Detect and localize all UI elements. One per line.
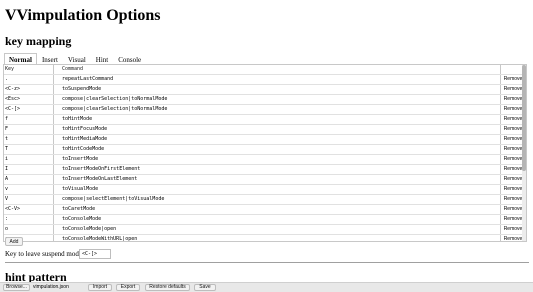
key-cell[interactable]: A — [4, 175, 54, 184]
table-scrollbar[interactable] — [522, 65, 526, 241]
command-cell[interactable]: repeatLastCommand — [60, 75, 501, 84]
remove-button[interactable]: Remove — [503, 185, 523, 194]
remove-button[interactable]: Remove — [503, 75, 523, 84]
restore-defaults-button[interactable]: Restore defaults — [145, 284, 190, 291]
remove-button[interactable]: Remove — [503, 145, 523, 154]
table-row: t toHintMediaMode Remove — [4, 135, 526, 145]
remove-button[interactable]: Remove — [503, 235, 523, 241]
key-cell[interactable]: <Esc> — [4, 95, 54, 104]
remove-button[interactable]: Remove — [503, 175, 523, 184]
key-cell[interactable]: F — [4, 125, 54, 134]
table-row: rtoConsoleModeWithURL|openRemove — [4, 235, 526, 241]
key-mapping-heading: key mapping — [5, 34, 72, 48]
table-row: . repeatLastCommand Remove — [4, 75, 526, 85]
command-cell[interactable]: toConsoleMode|open — [60, 225, 501, 234]
table-row: Vcompose|selectElement|toVisualMode Remov… — [4, 195, 526, 205]
section-divider — [5, 262, 529, 263]
table-row: o toConsoleMode|open Remove — [4, 225, 526, 235]
key-cell[interactable]: : — [4, 215, 54, 224]
key-cell[interactable]: <C-[> — [4, 105, 54, 114]
remove-button[interactable]: Remove — [503, 95, 523, 104]
command-cell[interactable]: toInsertModeOnLastElement — [60, 175, 501, 184]
remove-button[interactable]: Remove — [503, 165, 523, 174]
remove-button[interactable]: Remove — [503, 105, 523, 114]
key-cell[interactable]: <C-z> — [4, 85, 54, 94]
command-cell[interactable]: toVisualMode — [60, 185, 501, 194]
table-row: <C-[> compose|clearSelection|toNormalMode… — [4, 105, 526, 115]
remove-button[interactable]: Remove — [503, 135, 523, 144]
table-row: FtoHintFocusMode Remove — [4, 125, 526, 135]
key-mapping-table: Key Command . repeatLastCommand Remove <C-z… — [3, 64, 527, 242]
browse-button[interactable]: Browse... — [3, 284, 30, 291]
page-title: VVimpulation Options — [5, 7, 161, 24]
command-cell[interactable]: compose|selectElement|toVisualMode — [60, 195, 501, 204]
key-cell[interactable]: v — [4, 185, 54, 194]
command-cell[interactable]: toHintCodeMode — [60, 145, 501, 154]
key-cell[interactable]: <C-V> — [4, 205, 54, 214]
suspend-key-label: Key to leave suspend mode: — [5, 250, 84, 258]
remove-button[interactable]: Remove — [503, 205, 523, 214]
table-row: <C-z> toSuspendMode Remove — [4, 85, 526, 95]
key-cell[interactable]: V — [4, 195, 54, 204]
table-row: AtoInsertModeOnLastElement Remove — [4, 175, 526, 185]
command-cell[interactable]: toHintMediaMode — [60, 135, 501, 144]
import-button[interactable]: Import — [88, 284, 112, 291]
key-cell[interactable]: i — [4, 155, 54, 164]
table-row: <C-V> toCaretMode Remove — [4, 205, 526, 215]
save-button[interactable]: Save — [194, 284, 216, 291]
selected-file-name: vimpulation.json — [33, 284, 69, 290]
scrollbar-thumb[interactable] — [522, 65, 526, 171]
command-cell[interactable]: compose|clearSelection|toNormalMode — [60, 95, 501, 104]
table-row: TtoHintCodeMode Remove — [4, 145, 526, 155]
key-cell[interactable]: t — [4, 135, 54, 144]
command-cell[interactable]: toConsoleModeWithURL|open — [60, 235, 501, 241]
command-cell[interactable]: toConsoleMode — [60, 215, 501, 224]
command-cell[interactable]: compose|clearSelection|toNormalMode — [60, 105, 501, 114]
table-row: <Esc> compose|clearSelection|toNormalMode… — [4, 95, 526, 105]
remove-button[interactable]: Remove — [503, 115, 523, 124]
command-cell[interactable]: toCaretMode — [60, 205, 501, 214]
table-row: ItoInsertModeOnFirstElement Remove — [4, 165, 526, 175]
table-header-row: Key Command — [4, 65, 526, 75]
suspend-key-input[interactable]: <C-[> — [79, 249, 111, 259]
table-row: i toInsertMode Remove — [4, 155, 526, 165]
remove-button[interactable]: Remove — [503, 125, 523, 134]
export-button[interactable]: Export — [116, 284, 140, 291]
remove-button[interactable]: Remove — [503, 215, 523, 224]
key-cell[interactable]: . — [4, 75, 54, 84]
table-row: : toConsoleMode Remove — [4, 215, 526, 225]
table-row: f toHintMode Remove — [4, 115, 526, 125]
remove-button[interactable]: Remove — [503, 195, 523, 204]
key-cell[interactable]: T — [4, 145, 54, 154]
add-button[interactable]: Add — [5, 237, 23, 246]
key-cell[interactable]: f — [4, 115, 54, 124]
command-cell[interactable]: toInsertModeOnFirstElement — [60, 165, 501, 174]
command-cell[interactable]: toHintMode — [60, 115, 501, 124]
key-cell[interactable]: I — [4, 165, 54, 174]
key-column-header: Key — [4, 65, 54, 74]
remove-button[interactable]: Remove — [503, 155, 523, 164]
command-cell[interactable]: toInsertMode — [60, 155, 501, 164]
remove-button[interactable]: Remove — [503, 225, 523, 234]
key-cell[interactable]: o — [4, 225, 54, 234]
remove-button[interactable]: Remove — [503, 85, 523, 94]
command-cell[interactable]: toSuspendMode — [60, 85, 501, 94]
table-row: v toVisualMode Remove — [4, 185, 526, 195]
command-cell[interactable]: toHintFocusMode — [60, 125, 501, 134]
command-column-header: Command — [60, 65, 501, 74]
